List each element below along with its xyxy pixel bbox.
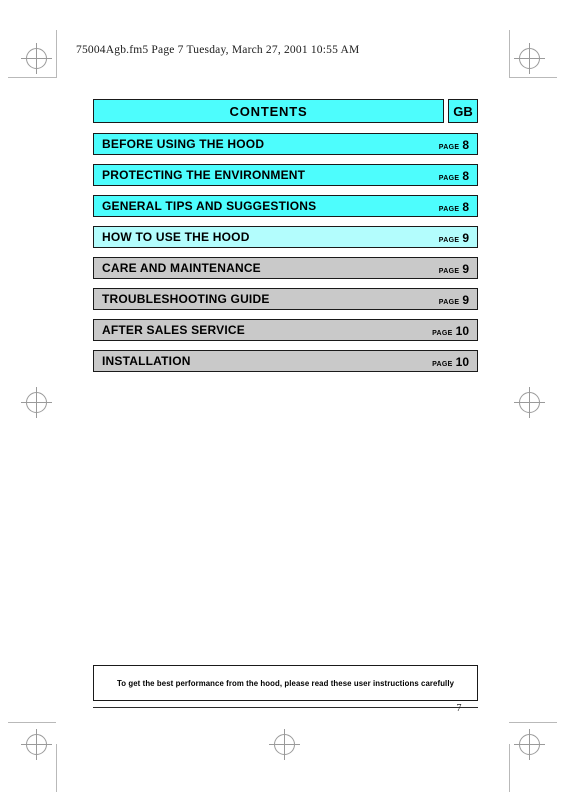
toc-row[interactable]: BEFORE USING THE HOOD PAGE 8 [93,133,478,155]
registration-mark-middle-left [21,387,52,418]
toc-page-number: 10 [455,324,469,338]
toc-row-pageref: PAGE 10 [432,324,469,338]
registration-mark-middle-right [514,387,545,418]
toc-row[interactable]: GENERAL TIPS AND SUGGESTIONS PAGE 8 [93,195,478,217]
toc-page-word: PAGE [438,144,460,151]
registration-mark-top-right [514,43,545,74]
contents-block: CONTENTS GB BEFORE USING THE HOOD PAGE 8… [93,99,478,381]
toc-row-label: BEFORE USING THE HOOD [102,137,265,151]
toc-row[interactable]: AFTER SALES SERVICE PAGE 10 [93,319,478,341]
toc-page-word: PAGE [432,361,453,368]
toc-row-label: PROTECTING THE ENVIRONMENT [102,168,306,182]
toc-page-word: PAGE [438,237,460,244]
folio-rule [93,707,478,708]
trim-line-top-right-vertical [509,30,510,78]
toc-row-pageref: PAGE 9 [439,293,469,307]
toc-page-number: 9 [462,293,469,307]
toc-page-word: PAGE [438,299,460,306]
toc-page-word: PAGE [438,268,460,275]
instruction-note-text: To get the best performance from the hoo… [116,678,455,688]
toc-page-number: 8 [462,169,469,183]
toc-page-word: PAGE [438,206,460,213]
registration-mark-top-left [21,43,52,74]
toc-page-word: PAGE [438,175,460,182]
trim-line-bottom-right-horizontal [509,722,557,723]
toc-row[interactable]: TROUBLESHOOTING GUIDE PAGE 9 [93,288,478,310]
toc-row-label: CARE AND MAINTENANCE [102,261,261,275]
toc-page-word: PAGE [432,330,453,337]
language-code-badge: GB [448,99,478,123]
toc-row[interactable]: PROTECTING THE ENVIRONMENT PAGE 8 [93,164,478,186]
toc-row-pageref: PAGE 8 [439,138,469,152]
toc-row[interactable]: CARE AND MAINTENANCE PAGE 9 [93,257,478,279]
trim-line-bottom-left-horizontal [8,722,56,723]
toc-page-number: 10 [455,355,469,369]
toc-row-label: INSTALLATION [102,354,191,368]
folio-page-number: 7 [456,703,462,714]
trim-line-top-left-vertical [56,30,57,78]
running-header: 75004Agb.fm5 Page 7 Tuesday, March 27, 2… [76,44,360,56]
toc-row-label: GENERAL TIPS AND SUGGESTIONS [102,199,317,213]
toc-page-number: 8 [462,200,469,214]
trim-line-top-right-horizontal [509,77,557,78]
registration-mark-bottom-left [21,729,52,760]
trim-line-bottom-left-vertical [56,744,57,792]
toc-row-pageref: PAGE 8 [439,200,469,214]
trim-line-top-left-horizontal [8,77,56,78]
contents-title-bar: CONTENTS [93,99,444,123]
toc-row-label: HOW TO USE THE HOOD [102,230,250,244]
registration-mark-bottom-right [514,729,545,760]
registration-mark-bottom-center [269,729,300,760]
toc-row-label: TROUBLESHOOTING GUIDE [102,292,270,306]
toc-row[interactable]: HOW TO USE THE HOOD PAGE 9 [93,226,478,248]
toc-page-number: 9 [462,231,469,245]
document-page: 75004Agb.fm5 Page 7 Tuesday, March 27, 2… [0,0,565,800]
toc-row-pageref: PAGE 9 [439,262,469,276]
toc-row-pageref: PAGE 10 [432,355,469,369]
toc-page-number: 8 [462,138,469,152]
toc-row[interactable]: INSTALLATION PAGE 10 [93,350,478,372]
contents-title: CONTENTS [229,103,308,119]
trim-line-bottom-right-vertical [509,744,510,792]
instruction-note-box: To get the best performance from the hoo… [93,665,478,701]
toc-row-pageref: PAGE 8 [439,169,469,183]
contents-title-row: CONTENTS GB [93,99,478,123]
toc-row-pageref: PAGE 9 [439,231,469,245]
toc-row-label: AFTER SALES SERVICE [102,323,245,337]
toc-page-number: 9 [462,262,469,276]
